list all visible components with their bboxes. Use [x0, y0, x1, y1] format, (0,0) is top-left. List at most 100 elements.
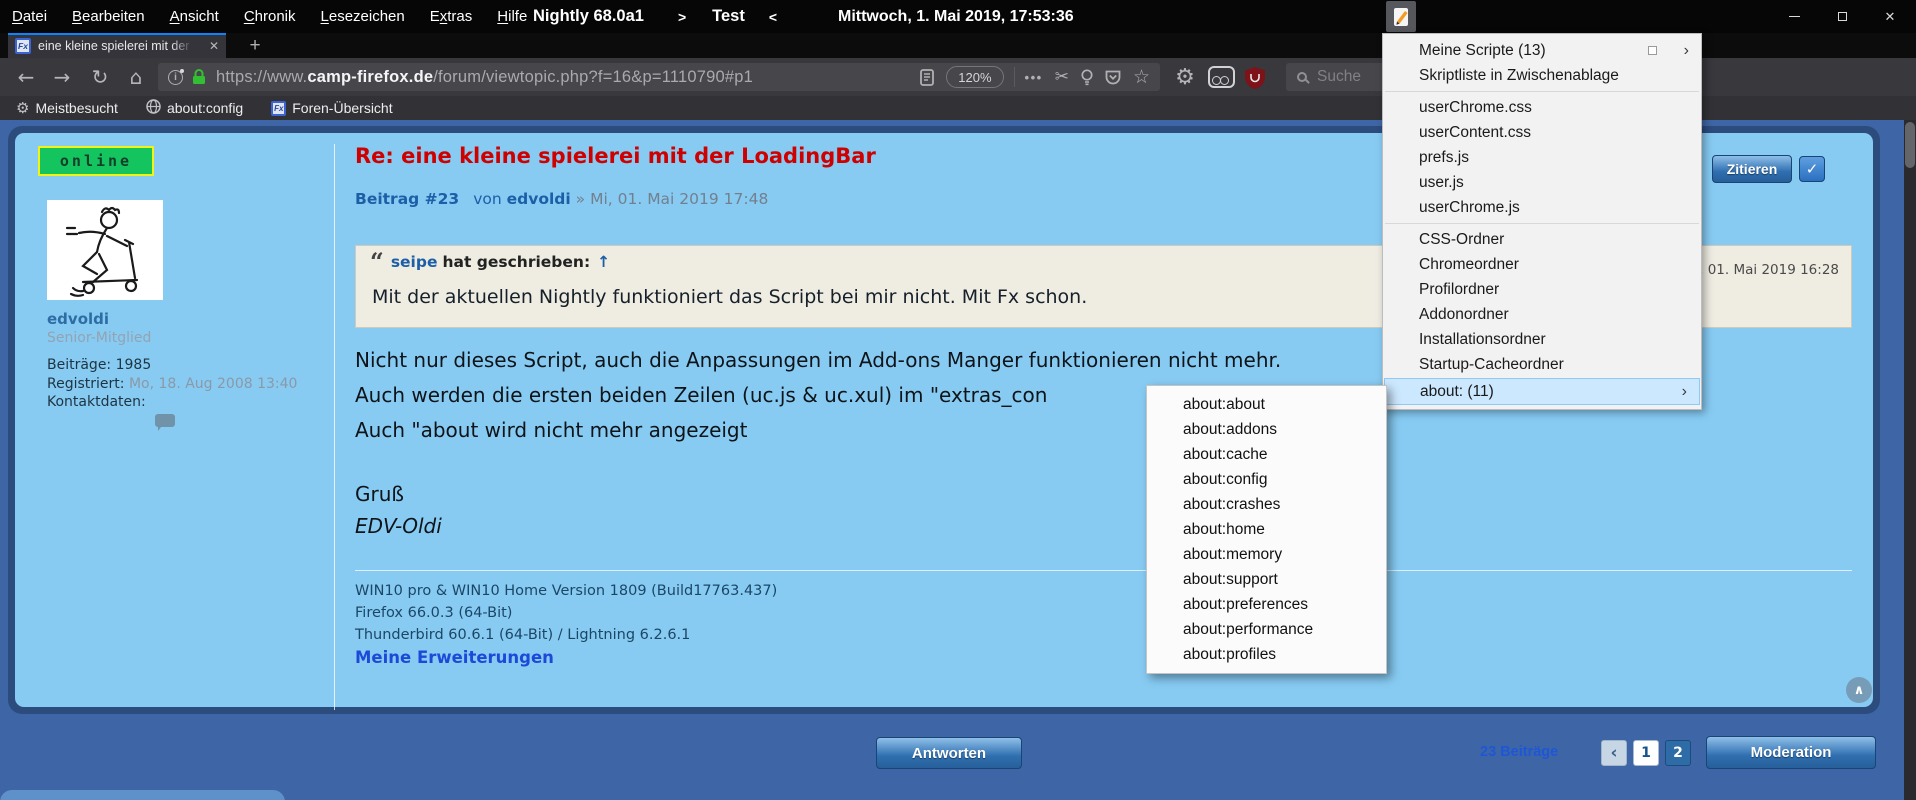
new-tab-button[interactable]: +	[242, 33, 268, 58]
reader-mode-icon[interactable]	[920, 68, 935, 86]
screengrab-extension-icon[interactable]	[1208, 66, 1235, 88]
menubar-item[interactable]: Datei	[12, 8, 47, 25]
author-rank: Senior-Mitglied	[47, 330, 152, 346]
ublock-shield-icon[interactable]	[1244, 66, 1266, 90]
select-post-checkbox[interactable]: ✓	[1799, 156, 1825, 182]
title-separator: <	[768, 8, 778, 25]
restore-button[interactable]	[1818, 0, 1866, 33]
signature-line: WIN10 pro & WIN10 Home Version 1809 (Bui…	[355, 583, 778, 599]
signature-link[interactable]: Meine Erweiterungen	[355, 648, 554, 667]
menu-item[interactable]: Addonordner	[1383, 302, 1701, 327]
menu-item[interactable]: userContent.css	[1383, 120, 1701, 145]
reload-button[interactable]: ↻	[86, 63, 114, 91]
submenu-item[interactable]: about:crashes	[1147, 492, 1386, 517]
about-submenu: about:about about:addons about:cache about:…	[1146, 385, 1387, 674]
home-button[interactable]: ⌂	[122, 63, 150, 91]
close-icon: ✕	[1884, 8, 1896, 24]
bookmark-star-icon[interactable]: ☆	[1133, 66, 1150, 88]
private-message-icon[interactable]	[155, 414, 175, 431]
bookmark-foren-uebersicht[interactable]: Fx Foren-Übersicht	[271, 100, 393, 116]
menu-item[interactable]: about: (11) ›	[1384, 378, 1700, 405]
bookmark-meistbesucht[interactable]: ⚙ Meistbesucht	[16, 99, 118, 117]
post-count: 23 Beiträge	[1480, 744, 1559, 760]
menu-item[interactable]: prefs.js	[1383, 145, 1701, 170]
titlebar-clock: Mittwoch, 1. Mai 2019, 17:53:36	[838, 7, 1074, 25]
post-author-link[interactable]: edvoldi	[507, 190, 571, 208]
submenu-arrow-icon: ›	[1681, 382, 1687, 400]
submenu-item[interactable]: about:config	[1147, 467, 1386, 492]
submenu-item[interactable]: about:addons	[1147, 417, 1386, 442]
submenu-arrow-icon: ›	[1683, 41, 1689, 59]
active-tab[interactable]: Fx eine kleine spielerei mit der ✕	[8, 33, 226, 58]
submenu-item[interactable]: about:support	[1147, 567, 1386, 592]
menubar-item[interactable]: Chronik	[244, 8, 296, 25]
submenu-item[interactable]: about:preferences	[1147, 592, 1386, 617]
menu-item[interactable]: Meine Scripte (13) ›	[1383, 38, 1701, 63]
post-meta: Beitrag #23 von edvoldi » Mi, 01. Mai 201…	[355, 190, 769, 208]
menu-item[interactable]: user.js	[1383, 170, 1701, 195]
post-paragraph-line: Auch werden die ersten beiden Zeilen (uc…	[355, 383, 1048, 407]
site-info-icon[interactable]: i	[168, 68, 184, 85]
submenu-item[interactable]: about:cache	[1147, 442, 1386, 467]
minimize-button[interactable]	[1770, 0, 1818, 33]
scroll-to-top-button[interactable]: ∧	[1846, 677, 1872, 703]
column-divider	[334, 144, 335, 710]
scrollbar[interactable]	[1904, 120, 1916, 800]
settings-gear-icon[interactable]: ⚙	[1170, 62, 1200, 92]
menu-item[interactable]: Startup-Cacheordner	[1383, 352, 1701, 377]
quoted-author-link[interactable]: seipe	[391, 253, 438, 271]
tab-close-icon[interactable]: ✕	[209, 39, 219, 53]
quote-mark-icon: “	[370, 247, 384, 276]
window-title: Nightly 68.0a1 > Test <	[533, 0, 777, 33]
pagination-page-1[interactable]: 1	[1633, 740, 1659, 766]
menu-item[interactable]: userChrome.js	[1383, 195, 1701, 220]
pagination-page-2-current[interactable]: 2	[1665, 740, 1691, 766]
menu-separator	[1383, 220, 1701, 227]
avatar[interactable]	[47, 200, 163, 300]
forward-button[interactable]: →	[48, 63, 76, 91]
back-button[interactable]: ←	[12, 63, 40, 91]
https-lock-icon[interactable]	[192, 69, 206, 85]
menu-item[interactable]: Installationsordner	[1383, 327, 1701, 352]
menubar-item[interactable]: Extras	[430, 8, 473, 25]
userchromejs-menu-button[interactable]	[1386, 1, 1416, 32]
reply-button[interactable]: Antworten	[876, 737, 1022, 769]
menu-item[interactable]: Profilordner	[1383, 277, 1701, 302]
submenu-item[interactable]: about:profiles	[1147, 642, 1386, 667]
zoom-level-button[interactable]: 120%	[946, 66, 1004, 88]
submenu-item[interactable]: about:about	[1147, 392, 1386, 417]
scrollbar-thumb[interactable]	[1905, 122, 1915, 168]
menubar-item[interactable]: Lesezeichen	[321, 8, 405, 25]
quote-post-button[interactable]: Zitieren	[1712, 155, 1792, 183]
author-link[interactable]: edvoldi	[47, 310, 109, 328]
post-title: Re: eine kleine spielerei mit der Loadin…	[355, 144, 876, 168]
moderation-button[interactable]: Moderation	[1706, 736, 1876, 769]
pagination-prev-button[interactable]: ‹	[1601, 740, 1627, 766]
submenu-item[interactable]: about:home	[1147, 517, 1386, 542]
menubar-item[interactable]: Ansicht	[170, 8, 219, 25]
tab-title: eine kleine spielerei mit der	[38, 38, 193, 53]
menu-item[interactable]: Skriptliste in Zwischenablage	[1383, 63, 1701, 88]
url-bar[interactable]: i https://www.camp-firefox.de/forum/view…	[158, 63, 1160, 91]
menubar-item[interactable]: Bearbeiten	[72, 8, 145, 25]
menu-item[interactable]: CSS-Ordner	[1383, 227, 1701, 252]
menubar-item[interactable]: Hilfe	[497, 8, 527, 25]
minimize-icon	[1788, 15, 1800, 18]
post-number-link[interactable]: Beitrag #23	[355, 190, 459, 208]
menu-item[interactable]: userChrome.css	[1383, 95, 1701, 120]
screenshot-scissors-icon[interactable]: ✂	[1055, 67, 1069, 87]
submenu-item[interactable]: about:memory	[1147, 542, 1386, 567]
url-text[interactable]: https://www.camp-firefox.de/forum/viewto…	[216, 67, 871, 87]
placeholder-box-icon	[1648, 46, 1657, 55]
close-button[interactable]: ✕	[1866, 0, 1914, 33]
menu-item[interactable]: Chromeordner	[1383, 252, 1701, 277]
next-post-panel-edge	[0, 790, 285, 800]
page-actions-icon[interactable]: •••	[1025, 70, 1043, 85]
pocket-icon[interactable]	[1105, 70, 1121, 85]
pencil-icon	[1394, 7, 1408, 26]
post-body: Nicht nur dieses Script, auch die Anpass…	[355, 343, 1281, 448]
submenu-item[interactable]: about:performance	[1147, 617, 1386, 642]
goto-quote-arrow[interactable]: ↑	[597, 253, 610, 271]
lightbulb-icon[interactable]	[1081, 68, 1093, 86]
bookmark-about-config[interactable]: about:config	[146, 99, 243, 117]
